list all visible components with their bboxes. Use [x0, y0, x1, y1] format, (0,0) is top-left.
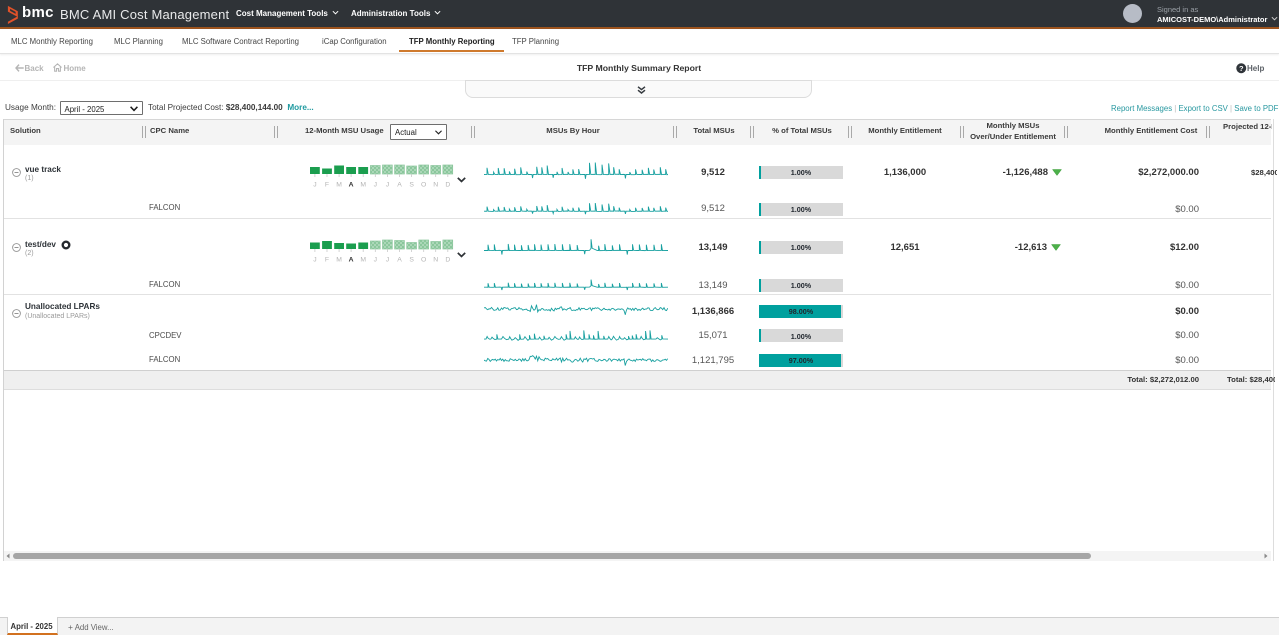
svg-text:A: A	[397, 181, 402, 188]
svg-text:M: M	[360, 256, 366, 263]
svg-text:J: J	[386, 181, 389, 188]
svg-text:S: S	[409, 256, 414, 263]
svg-text:O: O	[421, 181, 426, 188]
svg-text:M: M	[336, 181, 342, 188]
svg-text:J: J	[386, 256, 389, 263]
svg-text:J: J	[374, 181, 377, 188]
svg-text:F: F	[325, 181, 329, 188]
svg-text:F: F	[325, 256, 329, 263]
svg-text:D: D	[445, 256, 450, 263]
svg-text:N: N	[433, 181, 438, 188]
svg-text:D: D	[445, 181, 450, 188]
svg-text:O: O	[421, 256, 426, 263]
svg-text:A: A	[349, 181, 354, 188]
svg-text:A: A	[397, 256, 402, 263]
svg-text:J: J	[313, 256, 316, 263]
svg-text:S: S	[409, 181, 414, 188]
svg-text:?: ?	[1239, 64, 1244, 73]
svg-text:M: M	[360, 181, 366, 188]
svg-text:J: J	[374, 256, 377, 263]
svg-text:A: A	[349, 256, 354, 263]
svg-text:M: M	[336, 256, 342, 263]
svg-text:J: J	[313, 181, 316, 188]
svg-text:N: N	[433, 256, 438, 263]
